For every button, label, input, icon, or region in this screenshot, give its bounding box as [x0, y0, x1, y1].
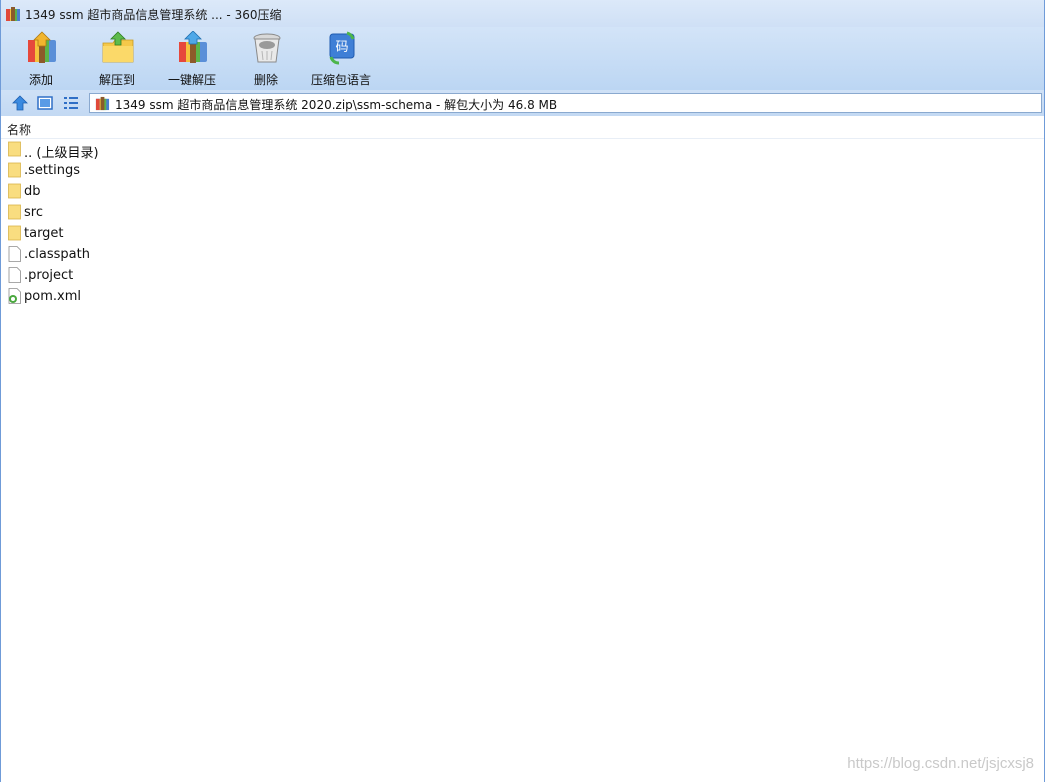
delete-button[interactable]: 删除 [228, 29, 304, 87]
app-icon [6, 7, 20, 21]
up-arrow-icon[interactable] [11, 94, 29, 112]
list-item[interactable]: .classpath [1, 244, 1044, 265]
thumbnail-view-icon[interactable] [36, 94, 54, 112]
window-title: 1349 ssm 超市商品信息管理系统 ... - 360压缩 [25, 8, 282, 22]
title-bar[interactable]: 1349 ssm 超市商品信息管理系统 ... - 360压缩 [1, 0, 1044, 27]
folder-icon [8, 183, 21, 199]
archive-language-icon: 码 [329, 31, 355, 65]
file-name: .. (上级目录) [24, 146, 99, 161]
trash-can-icon [253, 33, 281, 63]
archive-language-button[interactable]: 码 压缩包语言 [303, 29, 379, 87]
list-item[interactable]: .settings [1, 160, 1044, 181]
file-list: 名称 .. (上级目录) .settings db src target .cl… [1, 118, 1044, 782]
extract-to-icon [102, 31, 134, 63]
extract-to-button[interactable]: 解压到 [79, 29, 155, 87]
file-name: .classpath [24, 247, 90, 262]
file-icon [8, 267, 21, 283]
file-icon [8, 246, 21, 262]
add-label: 添加 [28, 73, 53, 87]
add-button[interactable]: 添加 [3, 29, 79, 87]
extract-to-label: 解压到 [98, 73, 135, 87]
xml-file-icon [8, 288, 21, 304]
list-view-icon[interactable] [62, 94, 80, 112]
archive-icon [95, 96, 110, 111]
list-item[interactable]: target [1, 223, 1044, 244]
address-path: 1349 ssm 超市商品信息管理系统 2020.zip\ssm-schema … [115, 98, 558, 112]
archive-language-label: 压缩包语言 [310, 73, 371, 87]
toolbar: 添加 解压到 一键解压 删除 码 压缩包语言 [1, 27, 1044, 90]
file-name: pom.xml [24, 289, 81, 304]
watermark-text: https://blog.csdn.net/jsjcxsj8 [847, 755, 1034, 772]
file-name: target [24, 226, 64, 241]
file-name: .settings [24, 163, 80, 178]
folder-icon [8, 204, 21, 220]
list-item[interactable]: src [1, 202, 1044, 223]
file-name: .project [24, 268, 74, 283]
list-item[interactable]: db [1, 181, 1044, 202]
delete-label: 删除 [253, 73, 278, 87]
one-click-extract-icon [179, 31, 207, 63]
address-field[interactable]: 1349 ssm 超市商品信息管理系统 2020.zip\ssm-schema … [89, 93, 1042, 113]
list-item[interactable]: .. (上级目录) [1, 139, 1044, 161]
add-archive-icon [28, 31, 56, 63]
list-item[interactable]: pom.xml [1, 286, 1044, 307]
folder-icon [8, 162, 21, 178]
column-name-label: 名称 [7, 123, 32, 137]
folder-icon [8, 141, 21, 157]
address-bar-row: 1349 ssm 超市商品信息管理系统 2020.zip\ssm-schema … [1, 90, 1044, 116]
file-name: db [24, 184, 41, 199]
one-click-extract-label: 一键解压 [167, 73, 216, 87]
one-click-extract-button[interactable]: 一键解压 [154, 29, 230, 87]
folder-icon [8, 225, 21, 241]
list-item[interactable]: .project [1, 265, 1044, 286]
main-window: 1349 ssm 超市商品信息管理系统 ... - 360压缩 添加 解压到 一… [0, 0, 1045, 782]
svg-text:码: 码 [335, 40, 348, 55]
column-header-name[interactable]: 名称 [1, 118, 1044, 139]
file-name: src [24, 205, 43, 220]
